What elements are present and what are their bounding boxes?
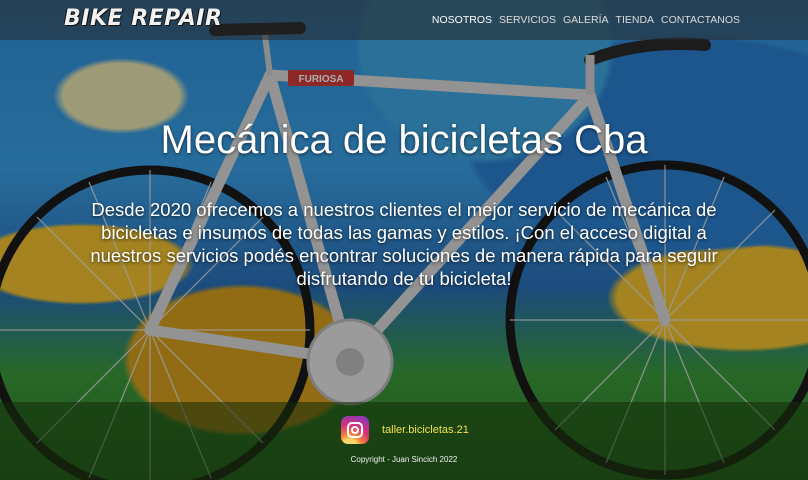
instagram-icon[interactable] — [341, 416, 369, 444]
copyright-text: Copyright - Juan Sincich 2022 — [350, 455, 458, 464]
hero-description: Desde 2020 ofrecemos a nuestros clientes… — [90, 199, 718, 289]
top-navbar: BIKE REPAIR NOSOTROS SERVICIOS GALERÍA T… — [0, 0, 808, 40]
nav-menu: NOSOTROS SERVICIOS GALERÍA TIENDA CONTAC… — [432, 14, 740, 26]
instagram-link[interactable]: taller.bicicletas.21 — [341, 416, 469, 444]
instagram-handle[interactable]: taller.bicicletas.21 — [382, 424, 469, 436]
footer: taller.bicicletas.21 Copyright - Juan Si… — [0, 402, 808, 480]
hero-title: Mecánica de bicicletas Cba — [160, 118, 648, 162]
nav-link-servicios[interactable]: SERVICIOS — [499, 14, 556, 26]
nav-link-contactanos[interactable]: CONTACTANOS — [661, 14, 740, 26]
brand-logo[interactable]: BIKE REPAIR — [64, 6, 222, 31]
nav-link-tienda[interactable]: TIENDA — [616, 14, 655, 26]
nav-link-nosotros[interactable]: NOSOTROS — [432, 14, 492, 26]
nav-link-galeria[interactable]: GALERÍA — [563, 14, 609, 26]
